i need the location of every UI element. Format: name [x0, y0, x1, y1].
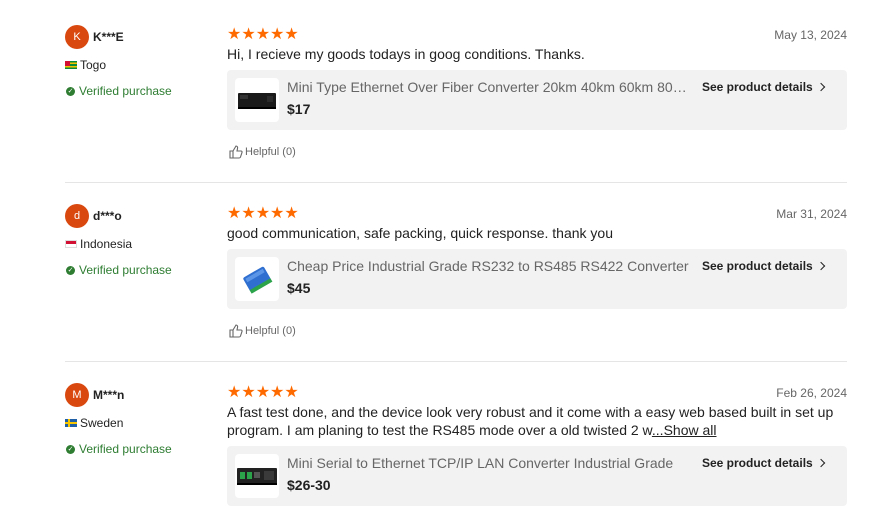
product-card[interactable]: Mini Type Ethernet Over Fiber Converter …	[227, 70, 847, 130]
country-name: Togo	[80, 58, 107, 72]
product-card[interactable]: Cheap Price Industrial Grade RS232 to RS…	[227, 249, 847, 309]
verified-badge: ✓ Verified purchase	[65, 84, 215, 98]
see-product-details-link[interactable]: See product details	[702, 80, 825, 94]
chevron-right-icon	[816, 82, 825, 92]
review-text-body: A fast test done, and the device look ve…	[227, 404, 834, 438]
details-label: See product details	[702, 80, 813, 94]
chevron-right-icon	[816, 261, 825, 271]
verified-badge: ✓ Verified purchase	[65, 263, 215, 277]
country-name: Sweden	[80, 416, 124, 430]
verified-label: Verified purchase	[79, 442, 172, 456]
product-thumbnail[interactable]	[235, 454, 279, 498]
details-label: See product details	[702, 456, 813, 470]
sweden-flag-icon	[65, 419, 77, 427]
product-name[interactable]: Cheap Price Industrial Grade RS232 to RS…	[287, 258, 692, 274]
reviewer-country: Sweden	[65, 416, 215, 430]
product-card[interactable]: Mini Serial to Ethernet TCP/IP LAN Conve…	[227, 446, 847, 506]
details-label: See product details	[702, 259, 813, 273]
review-card: K K***E Togo ✓ Verified purchase ★★★★★ M…	[65, 25, 847, 170]
togo-flag-icon	[65, 61, 77, 69]
review-card: d d***o Indonesia ✓ Verified purchase ★★…	[65, 204, 847, 349]
product-thumbnail[interactable]	[235, 78, 279, 122]
verified-badge: ✓ Verified purchase	[65, 442, 215, 456]
check-circle-icon: ✓	[66, 265, 75, 275]
review-card: M M***n Sweden ✓ Verified purchase ★★★★★…	[65, 383, 847, 507]
verified-label: Verified purchase	[79, 263, 172, 277]
helpful-button[interactable]: Helpful (0)	[229, 145, 296, 159]
review-date: Mar 31, 2024	[776, 207, 847, 221]
avatar: d	[65, 204, 89, 228]
reviewer-country: Togo	[65, 58, 215, 72]
product-name[interactable]: Mini Type Ethernet Over Fiber Converter …	[287, 79, 692, 95]
show-all-link[interactable]: ...Show all	[652, 422, 717, 438]
thumbs-up-icon	[229, 324, 243, 338]
avatar: K	[65, 25, 89, 49]
star-rating: ★★★★★	[227, 26, 299, 43]
reviewer-info: d d***o Indonesia ✓ Verified purchase	[65, 204, 215, 277]
star-rating: ★★★★★	[227, 384, 299, 401]
reviewer-country: Indonesia	[65, 237, 215, 251]
see-product-details-link[interactable]: See product details	[702, 456, 825, 470]
country-name: Indonesia	[80, 237, 133, 251]
reviewer-name: d***o	[93, 209, 122, 223]
thumbs-up-icon	[229, 145, 243, 159]
helpful-label: Helpful (0)	[245, 325, 296, 337]
helpful-button[interactable]: Helpful (0)	[229, 324, 296, 338]
review-text: A fast test done, and the device look ve…	[227, 403, 842, 439]
avatar: M	[65, 383, 89, 407]
check-circle-icon: ✓	[66, 86, 75, 96]
divider	[65, 182, 847, 183]
chevron-right-icon	[816, 458, 825, 468]
product-name[interactable]: Mini Serial to Ethernet TCP/IP LAN Conve…	[287, 455, 692, 471]
product-price: $45	[287, 280, 311, 296]
see-product-details-link[interactable]: See product details	[702, 259, 825, 273]
indonesia-flag-icon	[65, 240, 77, 248]
verified-label: Verified purchase	[79, 84, 172, 98]
check-circle-icon: ✓	[66, 444, 75, 454]
reviewer-info: K K***E Togo ✓ Verified purchase	[65, 25, 215, 98]
review-text: Hi, I recieve my goods todays in goog co…	[227, 46, 585, 62]
reviewer-name: M***n	[93, 388, 125, 402]
review-date: Feb 26, 2024	[776, 386, 847, 400]
review-date: May 13, 2024	[774, 28, 847, 42]
product-price: $26-30	[287, 477, 331, 493]
divider	[65, 361, 847, 362]
star-rating: ★★★★★	[227, 205, 299, 222]
product-price: $17	[287, 101, 311, 117]
reviewer-info: M M***n Sweden ✓ Verified purchase	[65, 383, 215, 456]
product-thumbnail[interactable]	[235, 257, 279, 301]
helpful-label: Helpful (0)	[245, 146, 296, 158]
reviewer-name: K***E	[93, 30, 124, 44]
review-text: good communication, safe packing, quick …	[227, 225, 614, 241]
